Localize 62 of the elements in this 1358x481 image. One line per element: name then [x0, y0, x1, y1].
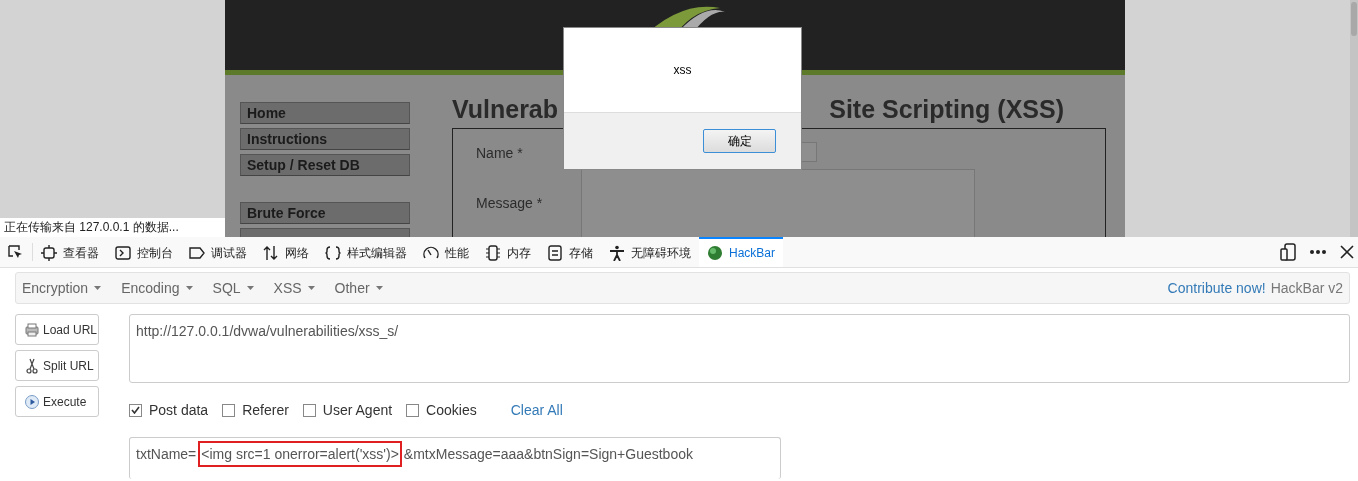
- devtools-tab[interactable]: 无障碍环境: [601, 237, 699, 267]
- checkbox-label: User Agent: [322, 402, 393, 418]
- devtools-tab[interactable]: HackBar: [699, 237, 783, 267]
- ok-button[interactable]: 确定: [703, 129, 776, 153]
- devtools-tab[interactable]: 查看器: [33, 237, 107, 267]
- checkbox[interactable]: [302, 403, 316, 417]
- menu-dropdown[interactable]: Encoding: [121, 280, 207, 296]
- alert-message: xss: [673, 63, 692, 77]
- devtools-tab[interactable]: 存储: [539, 237, 601, 267]
- devtools-tab[interactable]: 调试器: [181, 237, 255, 267]
- version-text: HackBar v2: [1270, 280, 1343, 296]
- message-field[interactable]: [581, 169, 975, 237]
- checkbox-label: Cookies: [426, 402, 477, 418]
- action-button[interactable]: Execute: [15, 386, 99, 417]
- checkbox-label: Referer: [242, 402, 289, 418]
- checkbox-label: Post data: [149, 402, 209, 418]
- post-data-field[interactable]: txtName= <img src=1 onerror=alert('xss')> &mtxMessage=aaa&btnSign=Sign+Guestbook: [129, 437, 781, 479]
- page-title: Site Scripting (XSS): [829, 94, 1064, 124]
- devtools-tab[interactable]: 控制台: [107, 237, 181, 267]
- chip-icon: [485, 245, 501, 261]
- inspector-icon: [41, 245, 57, 261]
- person-icon: [609, 245, 625, 261]
- field-label: Message *: [476, 194, 544, 211]
- scrollbar-thumb[interactable]: [1351, 2, 1357, 36]
- globe-icon: [707, 245, 723, 261]
- devtools-tab[interactable]: 内存: [477, 237, 539, 267]
- devtools-tab[interactable]: 样式编辑器: [317, 237, 415, 267]
- checkbox[interactable]: [129, 403, 142, 417]
- caret-icon: [185, 286, 193, 290]
- menu-dropdown[interactable]: SQL: [212, 280, 268, 296]
- console-icon: [115, 245, 131, 261]
- action-button[interactable]: Load URL: [15, 314, 99, 345]
- checkbox[interactable]: [222, 403, 236, 417]
- gauge-icon: [423, 245, 439, 261]
- menu-dropdown[interactable]: Encryption: [22, 280, 116, 296]
- braces-icon: [325, 245, 341, 261]
- caret-icon: [375, 286, 383, 290]
- contribute-link[interactable]: Contribute now!: [1167, 280, 1266, 296]
- checkbox[interactable]: [406, 403, 420, 417]
- menu-dropdown[interactable]: Other: [334, 280, 397, 296]
- close-icon[interactable]: [1340, 245, 1354, 259]
- responsive-design-icon[interactable]: [1280, 243, 1296, 261]
- clear-all-link[interactable]: Clear All: [510, 402, 563, 418]
- page-title: Vulnerab: [452, 94, 559, 124]
- field-label: Name *: [476, 144, 524, 161]
- printer-icon: [24, 321, 40, 338]
- devtools-tab[interactable]: 网络: [255, 237, 317, 267]
- more-options-icon[interactable]: [1310, 250, 1326, 254]
- action-button[interactable]: Split URL: [15, 350, 99, 381]
- tag-icon: [189, 245, 205, 261]
- storage-icon: [547, 245, 563, 261]
- caret-icon: [246, 286, 254, 290]
- play-icon: [24, 393, 40, 410]
- caret-icon: [307, 286, 315, 290]
- url-field[interactable]: http://127.0.0.1/dvwa/vulnerabilities/xss_s/: [129, 314, 1350, 383]
- arrows-icon: [263, 245, 279, 261]
- caret-icon: [94, 286, 102, 290]
- devtools-tab[interactable]: 性能: [415, 237, 477, 267]
- pick-element-icon: [7, 244, 23, 260]
- scissors-icon: [24, 357, 40, 374]
- menu-dropdown[interactable]: XSS: [273, 280, 329, 296]
- status-text: 正在传输来自 127.0.0.1 的数据...: [0, 218, 225, 237]
